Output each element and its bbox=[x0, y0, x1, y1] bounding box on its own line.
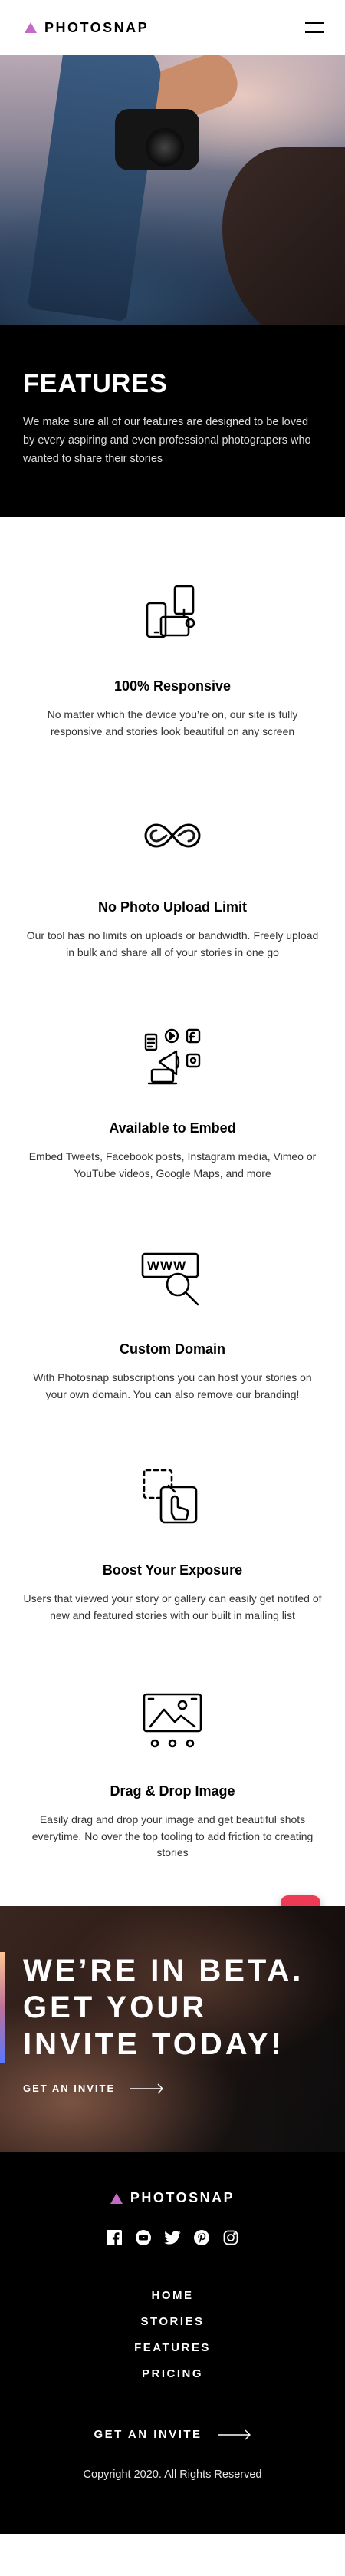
footer-nav-stories[interactable]: STORIES bbox=[140, 2315, 204, 2328]
hero-photo-lens bbox=[146, 128, 184, 167]
hero-intro: FEATURES We make sure all of our feature… bbox=[0, 325, 345, 517]
logo-mark-icon bbox=[110, 2192, 123, 2204]
custom-domain-icon: WWW bbox=[138, 1243, 207, 1312]
feature-item: No Photo Upload Limit Our tool has no li… bbox=[23, 801, 322, 1022]
footer-nav-pricing[interactable]: PRICING bbox=[142, 2367, 203, 2380]
site-header: PHOTOSNAP bbox=[0, 0, 345, 55]
youtube-icon[interactable] bbox=[135, 2229, 152, 2246]
menu-line bbox=[305, 22, 324, 24]
hero-image bbox=[0, 55, 345, 325]
svg-text:WWW: WWW bbox=[147, 1258, 186, 1273]
logo-mark-icon bbox=[25, 22, 37, 33]
footer-get-invite-button[interactable]: GET AN INVITE bbox=[94, 2428, 251, 2441]
social-links bbox=[106, 2229, 239, 2246]
site-footer: PHOTOSNAP HOME STORIES FEATURES PRICING … bbox=[0, 2152, 345, 2534]
hero-description: We make sure all of our features are des… bbox=[23, 415, 311, 465]
feature-title: Boost Your Exposure bbox=[102, 1562, 243, 1578]
logo[interactable]: PHOTOSNAP bbox=[25, 20, 149, 36]
features-list: 100% Responsive No matter which the devi… bbox=[0, 517, 345, 1906]
feature-description: Easily drag and drop your image and get … bbox=[31, 1813, 314, 1859]
feature-title: No Photo Upload Limit bbox=[98, 899, 247, 915]
footer-nav-home[interactable]: HOME bbox=[151, 2289, 193, 2302]
feature-item: Drag & Drop Image Easily drag and drop y… bbox=[23, 1685, 322, 1906]
footer-get-invite-label: GET AN INVITE bbox=[94, 2428, 202, 2441]
beta-title: WE’RE IN BETA. GET YOUR INVITE TODAY! bbox=[23, 1954, 304, 2061]
hero-photo-rock bbox=[222, 147, 345, 325]
footer-logo-text: PHOTOSNAP bbox=[130, 2190, 235, 2205]
feature-title: Drag & Drop Image bbox=[110, 1783, 235, 1799]
feature-description: With Photosnap subscriptions you can hos… bbox=[33, 1371, 312, 1400]
embed-media-icon bbox=[138, 1022, 207, 1091]
page-title: FEATURES bbox=[23, 369, 168, 398]
responsive-devices-icon bbox=[138, 580, 207, 649]
feature-item: 100% Responsive No matter which the devi… bbox=[23, 580, 322, 801]
feature-item: Boost Your Exposure Users that viewed yo… bbox=[23, 1464, 322, 1685]
feature-title: Custom Domain bbox=[119, 1341, 225, 1357]
feature-item: Available to Embed Embed Tweets, Faceboo… bbox=[23, 1022, 322, 1243]
boost-exposure-icon bbox=[138, 1464, 207, 1533]
hero-photo-person bbox=[27, 55, 165, 322]
twitter-icon[interactable] bbox=[164, 2229, 181, 2246]
menu-line bbox=[305, 31, 324, 33]
feature-description: No matter which the device you’re on, ou… bbox=[47, 708, 298, 737]
feature-description: Embed Tweets, Facebook posts, Instagram … bbox=[28, 1150, 317, 1179]
drag-drop-icon bbox=[138, 1685, 207, 1754]
hamburger-icon[interactable] bbox=[305, 22, 324, 33]
footer-nav: HOME STORIES FEATURES PRICING bbox=[134, 2289, 211, 2380]
arrow-right-icon bbox=[130, 2083, 164, 2093]
feature-title: Available to Embed bbox=[109, 1120, 236, 1136]
feature-title: 100% Responsive bbox=[113, 678, 232, 694]
get-invite-button[interactable]: GET AN INVITE bbox=[23, 2083, 322, 2094]
copyright-text: Copyright 2020. All Rights Reserved bbox=[83, 2469, 262, 2481]
logo-text: PHOTOSNAP bbox=[44, 19, 150, 35]
get-invite-label: GET AN INVITE bbox=[23, 2083, 116, 2094]
footer-logo[interactable]: PHOTOSNAP bbox=[110, 2190, 235, 2206]
feature-item: WWW Custom Domain With Photosnap subscri… bbox=[23, 1243, 322, 1464]
feature-description: Users that viewed your story or gallery … bbox=[23, 1592, 322, 1621]
instagram-icon[interactable] bbox=[222, 2229, 239, 2246]
arrow-right-icon bbox=[217, 2429, 251, 2439]
infinity-icon bbox=[138, 801, 207, 870]
facebook-icon[interactable] bbox=[106, 2229, 123, 2246]
feature-description: Our tool has no limits on uploads or ban… bbox=[26, 929, 319, 958]
beta-banner: WE’RE IN BETA. GET YOUR INVITE TODAY! GE… bbox=[0, 1906, 345, 2152]
footer-nav-features[interactable]: FEATURES bbox=[134, 2341, 211, 2354]
pinterest-icon[interactable] bbox=[193, 2229, 210, 2246]
